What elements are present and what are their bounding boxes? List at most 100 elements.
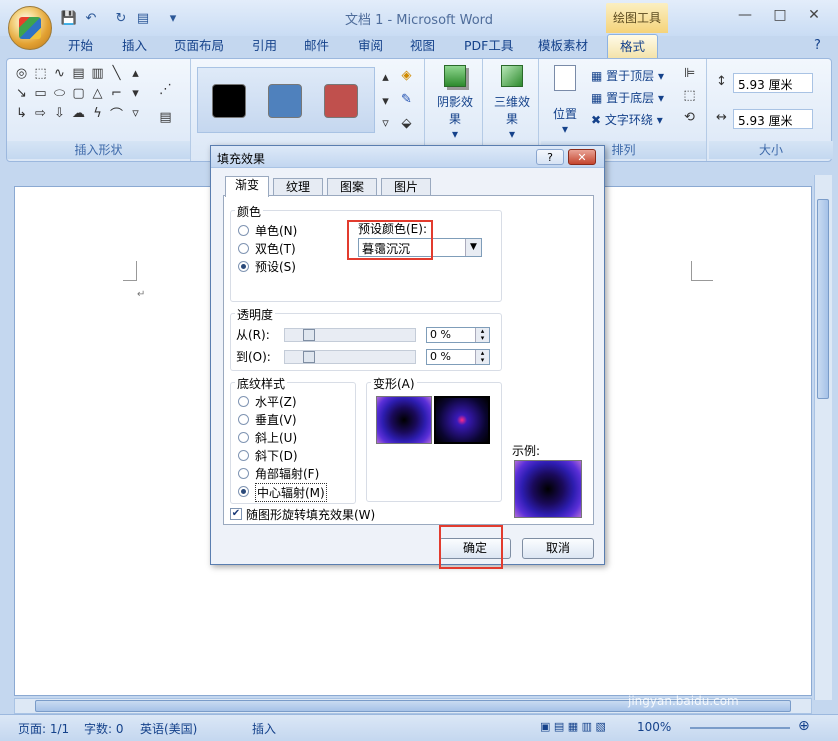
shading-center-radio[interactable] bbox=[238, 486, 249, 497]
language-indicator[interactable]: 英语(美国) bbox=[140, 720, 197, 737]
shading-diagonal-up-radio[interactable] bbox=[238, 432, 249, 443]
spinner-arrows-icon[interactable]: ▴ ▾ bbox=[475, 350, 489, 364]
ellipse-shape-icon[interactable]: ⬭ bbox=[51, 85, 68, 102]
tab-templates[interactable]: 模板素材 bbox=[536, 34, 590, 58]
tab-page-layout[interactable]: 页面布局 bbox=[172, 34, 226, 58]
fill-color-icon[interactable]: ◈ bbox=[398, 67, 415, 84]
rounded-rect-icon[interactable]: ▢ bbox=[70, 85, 87, 102]
close-button[interactable]: ✕ bbox=[804, 7, 824, 25]
cancel-button[interactable]: 取消 bbox=[522, 538, 594, 559]
shading-diagonal-down-radio[interactable] bbox=[238, 450, 249, 461]
tab-format[interactable]: 格式 bbox=[607, 34, 659, 58]
line-shape-icon[interactable]: ╲ bbox=[108, 65, 125, 82]
line-color-icon[interactable]: ✎ bbox=[398, 91, 415, 108]
textbox-shape-icon[interactable]: ▤ bbox=[70, 65, 87, 82]
gallery-scroll-up-icon[interactable]: ▴ bbox=[377, 69, 394, 86]
rectangle-shape-icon[interactable]: ▭ bbox=[32, 85, 49, 102]
minimize-button[interactable]: — bbox=[735, 7, 755, 25]
gallery-expand-icon[interactable]: ▿ bbox=[377, 115, 394, 132]
bent-arrow-icon[interactable]: ↳ bbox=[13, 105, 30, 122]
align-icon[interactable]: ⊫ bbox=[681, 65, 698, 82]
zoom-level[interactable]: 100% bbox=[637, 720, 671, 734]
style-swatch-blue[interactable] bbox=[268, 84, 302, 118]
to-percent-input[interactable]: 0 % ▴ ▾ bbox=[426, 349, 490, 365]
preset-option-label: 预设(S) bbox=[255, 260, 296, 274]
cube-shape-icon[interactable]: ⬚ bbox=[32, 65, 49, 82]
rotate-icon[interactable]: ⟲ bbox=[681, 109, 698, 126]
tab-pdf-tools[interactable]: PDF工具 bbox=[462, 34, 515, 58]
scroll-thumb[interactable] bbox=[817, 199, 829, 399]
send-to-back-button[interactable]: ▦ 置于底层 ▾ bbox=[591, 89, 664, 106]
help-icon[interactable]: ? bbox=[812, 34, 823, 58]
style-swatch-red[interactable] bbox=[324, 84, 358, 118]
oval-shape-icon[interactable]: ◎ bbox=[13, 65, 30, 82]
right-arrow-icon[interactable]: ⇨ bbox=[32, 105, 49, 122]
shadow-effects-icon bbox=[444, 65, 466, 87]
change-shape-icon[interactable]: ⬙ bbox=[398, 115, 415, 132]
page-count[interactable]: 页面: 1/1 bbox=[18, 720, 69, 737]
shape-gallery[interactable]: ◎ ⬚ ∿ ▤ ▥ ╲ ▴ ↘ ▭ ⬭ ▢ △ ⌐ ▾ ↳ ⇨ ⇩ ☁ ϟ ⌒ … bbox=[13, 65, 144, 123]
tab-pattern[interactable]: 图案 bbox=[327, 178, 377, 196]
vertical-textbox-icon[interactable]: ▥ bbox=[89, 65, 106, 82]
tab-picture[interactable]: 图片 bbox=[381, 178, 431, 196]
shadow-effects-button[interactable]: 阴影效果 ▾ bbox=[435, 65, 475, 141]
vertical-scrollbar[interactable] bbox=[814, 175, 832, 700]
rotate-fill-checkbox[interactable]: ✔ bbox=[230, 508, 242, 520]
dialog-help-button[interactable]: ? bbox=[536, 149, 564, 165]
tab-insert[interactable]: 插入 bbox=[120, 34, 149, 58]
shading-horizontal-radio[interactable] bbox=[238, 396, 249, 407]
shading-vertical-radio[interactable] bbox=[238, 414, 249, 425]
one-color-radio[interactable] bbox=[238, 225, 249, 236]
shape-style-gallery[interactable] bbox=[197, 67, 375, 133]
slider-thumb[interactable] bbox=[303, 329, 315, 341]
group-objects-icon[interactable]: ⬚ bbox=[681, 87, 698, 104]
gallery-up-icon[interactable]: ▴ bbox=[127, 65, 144, 82]
arrow-line-icon[interactable]: ↘ bbox=[13, 85, 30, 102]
tab-review[interactable]: 审阅 bbox=[356, 34, 385, 58]
lightning-shape-icon[interactable]: ϟ bbox=[89, 105, 106, 122]
tab-mailings[interactable]: 邮件 bbox=[302, 34, 331, 58]
cloud-shape-icon[interactable]: ☁ bbox=[70, 105, 87, 122]
triangle-shape-icon[interactable]: △ bbox=[89, 85, 106, 102]
zoom-slider[interactable] bbox=[690, 727, 790, 729]
tab-texture[interactable]: 纹理 bbox=[273, 178, 323, 196]
tab-gradient[interactable]: 渐变 bbox=[225, 176, 269, 197]
tab-view[interactable]: 视图 bbox=[408, 34, 437, 58]
shading-corner-radio[interactable] bbox=[238, 468, 249, 479]
insert-mode[interactable]: 插入 bbox=[252, 720, 276, 737]
style-swatch-black[interactable] bbox=[212, 84, 246, 118]
gallery-scroll-down-icon[interactable]: ▾ bbox=[377, 93, 394, 110]
wave-shape-icon[interactable]: ∿ bbox=[51, 65, 68, 82]
text-wrapping-button[interactable]: ✖ 文字环绕 ▾ bbox=[591, 111, 663, 128]
maximize-button[interactable]: □ bbox=[770, 7, 790, 25]
view-buttons[interactable]: ▣ ▤ ▦ ▥ ▧ bbox=[540, 720, 606, 733]
office-button[interactable] bbox=[8, 6, 52, 50]
arc-shape-icon[interactable]: ⌒ bbox=[108, 105, 125, 123]
gallery-more-icon[interactable]: ▿ bbox=[127, 105, 144, 122]
elbow-connector-icon[interactable]: ⌐ bbox=[108, 85, 125, 102]
tab-home[interactable]: 开始 bbox=[66, 34, 95, 58]
edit-shape-icon[interactable]: ⋰ bbox=[157, 81, 174, 98]
preset-radio[interactable] bbox=[238, 261, 249, 272]
3d-effects-button[interactable]: 三维效果 ▾ bbox=[491, 65, 533, 141]
from-percent-input[interactable]: 0 % ▴ ▾ bbox=[426, 327, 490, 343]
spinner-arrows-icon[interactable]: ▴ ▾ bbox=[475, 328, 489, 342]
word-count[interactable]: 字数: 0 bbox=[84, 720, 124, 737]
zoom-in-icon[interactable]: ⊕ bbox=[798, 718, 810, 734]
position-button[interactable]: 位置 ▾ bbox=[547, 65, 583, 136]
variant-1[interactable] bbox=[376, 396, 432, 444]
text-box-icon[interactable]: ▤ bbox=[157, 109, 174, 126]
chevron-down-icon[interactable]: ▼ bbox=[465, 239, 481, 256]
gallery-down-icon[interactable]: ▾ bbox=[127, 85, 144, 102]
slider-thumb[interactable] bbox=[303, 351, 315, 363]
dialog-close-button[interactable]: ✕ bbox=[568, 149, 596, 165]
tab-references[interactable]: 引用 bbox=[250, 34, 279, 58]
variant-2[interactable] bbox=[434, 396, 490, 444]
shape-height-input[interactable]: 5.93 厘米 bbox=[733, 73, 813, 93]
to-slider[interactable] bbox=[284, 350, 416, 364]
two-colors-radio[interactable] bbox=[238, 243, 249, 254]
shape-width-input[interactable]: 5.93 厘米 bbox=[733, 109, 813, 129]
bring-to-front-button[interactable]: ▦ 置于顶层 ▾ bbox=[591, 67, 664, 84]
from-slider[interactable] bbox=[284, 328, 416, 342]
down-arrow-icon[interactable]: ⇩ bbox=[51, 105, 68, 122]
